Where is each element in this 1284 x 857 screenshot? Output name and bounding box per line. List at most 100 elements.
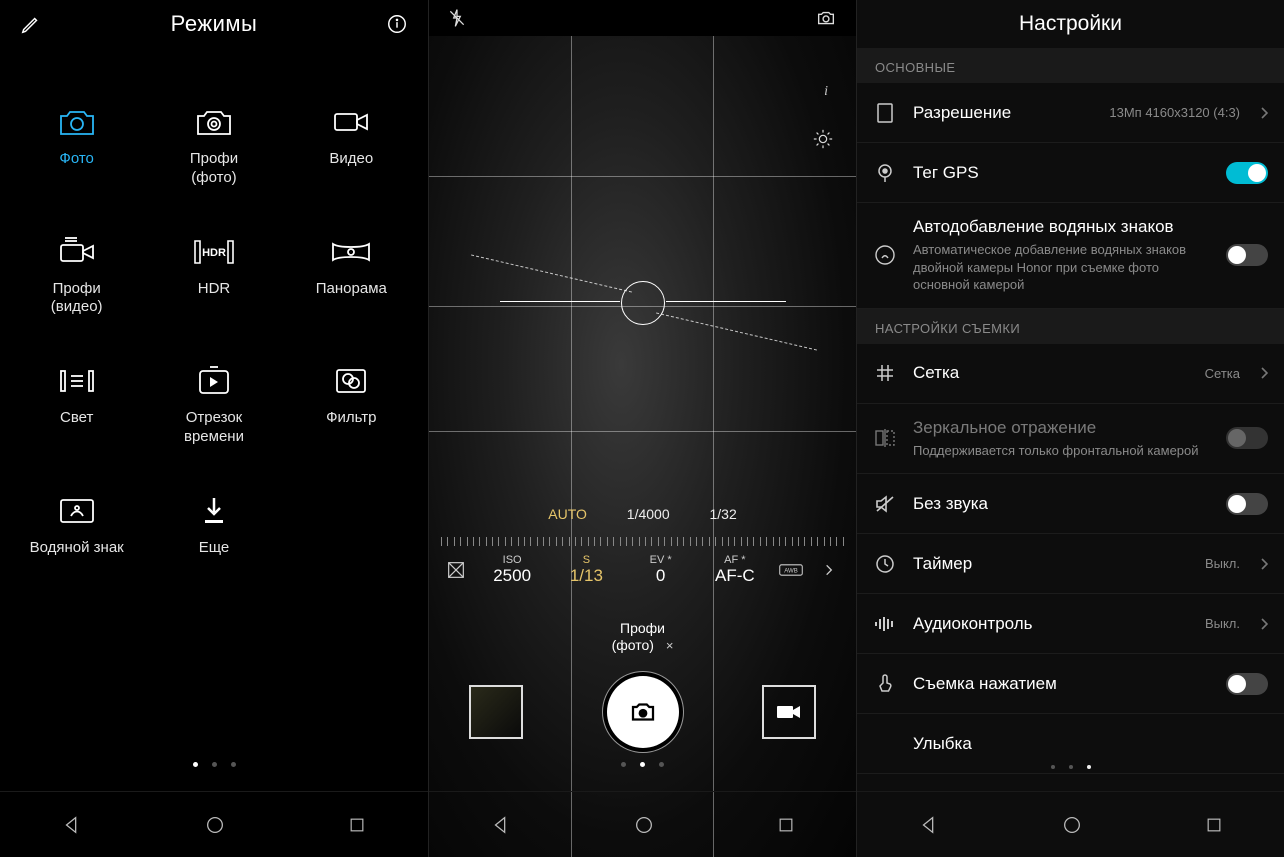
setting-title: Таймер — [913, 554, 1191, 574]
camera-icon — [55, 104, 99, 140]
clock-icon — [871, 554, 899, 574]
mode-hdr[interactable]: HDR HDR — [145, 234, 282, 318]
af-control[interactable]: AF * AF-C — [698, 554, 772, 586]
switch-camera-icon[interactable] — [814, 7, 838, 29]
toggle[interactable] — [1226, 244, 1268, 266]
shutter-control[interactable]: S 1/13 — [549, 554, 623, 586]
setting-value: Выкл. — [1205, 556, 1240, 571]
hdr-icon: HDR — [192, 234, 236, 270]
setting-body: Улыбка — [913, 734, 1268, 754]
mode-video[interactable]: Видео — [283, 104, 420, 188]
setting-row[interactable]: Таймер Выкл. — [857, 534, 1284, 594]
back-icon[interactable] — [918, 814, 940, 836]
setting-row[interactable]: Без звука — [857, 474, 1284, 534]
mode-camera-pro[interactable]: Профи(фото) — [145, 104, 282, 188]
mode-panorama[interactable]: Панорама — [283, 234, 420, 318]
viewfinder-topbar — [429, 0, 856, 36]
dot — [640, 762, 645, 767]
mode-watermark[interactable]: Водяной знак — [8, 493, 145, 558]
grid-line — [429, 176, 856, 177]
setting-row[interactable]: Съемка нажатием — [857, 654, 1284, 714]
page-dots — [429, 762, 856, 767]
setting-row[interactable]: Разрешение13Мп 4160x3120 (4:3) — [857, 83, 1284, 143]
setting-sub: Автоматическое добавление водяных знаков… — [913, 241, 1212, 294]
mode-light[interactable]: Свет — [8, 363, 145, 447]
back-icon[interactable] — [490, 814, 512, 836]
mode-video-pro[interactable]: Профи(видео) — [8, 234, 145, 318]
viewfinder-panel: i AUTO 1/4000 1/32 ISO 2500 S 1/13 — [428, 0, 856, 857]
page-dots — [0, 762, 428, 767]
mute-icon — [871, 494, 899, 514]
edit-icon[interactable] — [20, 13, 42, 35]
tilt-line — [656, 312, 817, 350]
svg-text:HDR: HDR — [202, 247, 226, 259]
gallery-thumb[interactable] — [469, 685, 523, 739]
current-mode-label: Профи(фото) × — [429, 620, 856, 654]
exposure-icon[interactable] — [812, 128, 834, 150]
close-mode-icon[interactable]: × — [666, 638, 674, 654]
toggle[interactable] — [1226, 162, 1268, 184]
home-icon[interactable] — [1061, 814, 1083, 836]
setting-row[interactable]: Автодобавление водяных знаков Автоматичес… — [857, 203, 1284, 309]
iso-value: 2500 — [475, 566, 549, 586]
mode-label: Свет — [60, 409, 93, 428]
setting-row[interactable]: СеткаСетка — [857, 344, 1284, 404]
setting-value: Сетка — [1205, 366, 1240, 381]
info-icon[interactable] — [386, 13, 408, 35]
home-icon[interactable] — [204, 814, 226, 836]
dot — [1051, 765, 1055, 769]
grid-line — [429, 431, 856, 432]
watermark-icon — [55, 493, 99, 529]
grid-icon — [871, 363, 899, 383]
dot — [1087, 765, 1091, 769]
setting-row[interactable]: АудиоконтрольВыкл. — [857, 594, 1284, 654]
home-icon[interactable] — [633, 814, 655, 836]
back-icon[interactable] — [61, 814, 83, 836]
flash-off-icon[interactable] — [447, 7, 467, 29]
modes-panel: Режимы ФотоПрофи(фото)Видео Профи(видео) H… — [0, 0, 428, 857]
modes-title: Режимы — [171, 11, 258, 37]
mode-label: Профи(видео) — [51, 280, 103, 318]
setting-title: Автодобавление водяных знаков — [913, 217, 1212, 237]
mode-label: HDR — [198, 280, 231, 299]
setting-body: Разрешение — [913, 103, 1095, 123]
section-header: НАСТРОЙКИ СЪЕМКИ — [857, 309, 1284, 344]
ev-control[interactable]: EV * 0 — [624, 554, 698, 586]
recents-icon[interactable] — [347, 815, 367, 835]
toggle[interactable] — [1226, 493, 1268, 515]
expand-icon[interactable] — [810, 559, 848, 581]
setting-title: Тег GPS — [913, 163, 1212, 183]
awb-icon[interactable]: AWB — [772, 561, 810, 579]
recents-icon[interactable] — [776, 815, 796, 835]
setting-body: Аудиоконтроль — [913, 614, 1191, 634]
dot — [659, 762, 664, 767]
mode-download[interactable]: Еще — [145, 493, 282, 558]
iso-control[interactable]: ISO 2500 — [475, 554, 549, 586]
setting-title: Улыбка — [913, 734, 1268, 754]
mode-timelapse[interactable]: Отрезоквремени — [145, 363, 282, 447]
metering-icon[interactable] — [437, 559, 475, 581]
mode-label: Водяной знак — [30, 539, 124, 558]
settings-title: Настройки — [857, 0, 1284, 48]
page-dots — [857, 765, 1284, 769]
toggle[interactable] — [1226, 673, 1268, 695]
mode-camera[interactable]: Фото — [8, 104, 145, 188]
modes-header: Режимы — [0, 0, 428, 48]
shutter-button[interactable] — [607, 676, 679, 748]
shutter-value: 1/13 — [549, 566, 623, 586]
setting-body: Зеркальное отражениеПоддерживается тольк… — [913, 418, 1212, 460]
android-navbar — [857, 791, 1284, 857]
video-mode-button[interactable] — [762, 685, 816, 739]
ev-value: 0 — [624, 566, 698, 586]
video-icon — [329, 104, 373, 140]
setting-row[interactable]: Тег GPS — [857, 143, 1284, 203]
setting-body: Съемка нажатием — [913, 674, 1212, 694]
mode-filter[interactable]: Фильтр — [283, 363, 420, 447]
pin-icon — [871, 162, 899, 184]
touch-icon — [871, 673, 899, 695]
ruler[interactable] — [441, 528, 844, 546]
tilt-line — [471, 254, 632, 292]
mirror-icon — [871, 428, 899, 448]
viewfinder[interactable]: i AUTO 1/4000 1/32 ISO 2500 S 1/13 — [429, 36, 856, 857]
recents-icon[interactable] — [1204, 815, 1224, 835]
